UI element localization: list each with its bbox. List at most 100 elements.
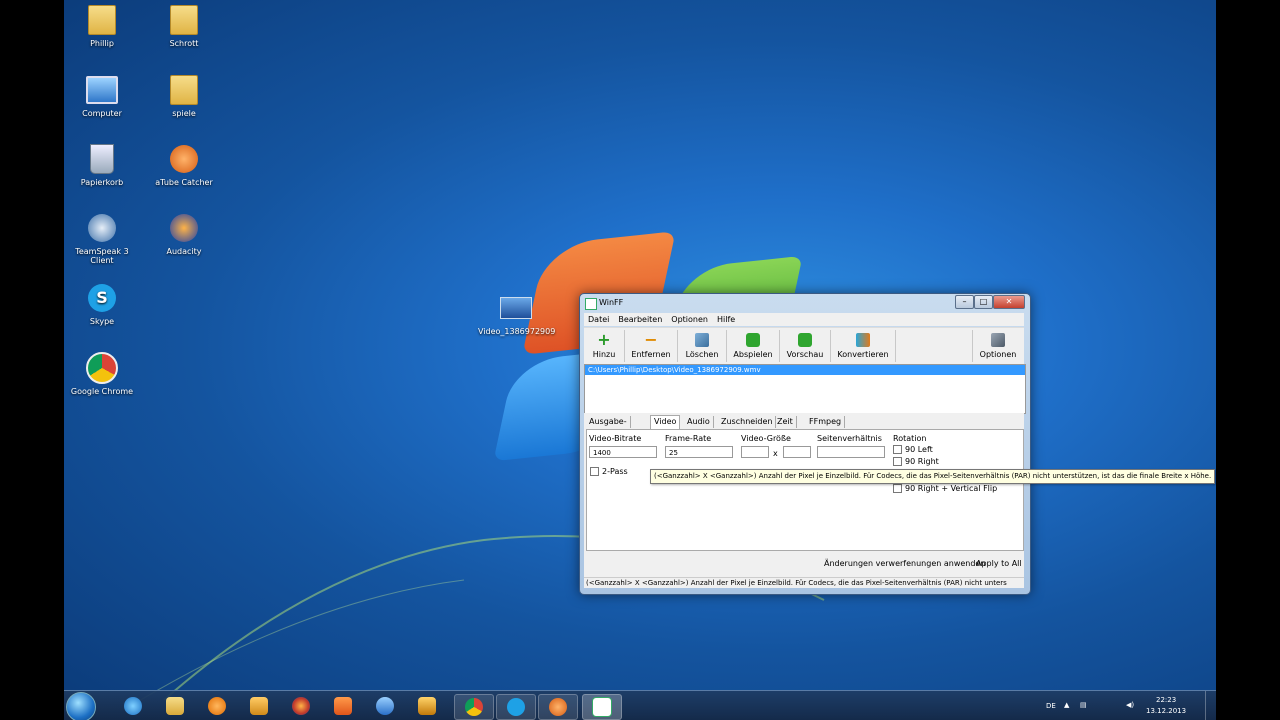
desktop-icon-label: TeamSpeak 3 Client <box>75 247 129 265</box>
desktop: Phillip Schrott Computer spiele Papierko… <box>64 0 1216 720</box>
taskbar-app-7[interactable] <box>366 694 404 718</box>
clock-time[interactable]: 22:23 <box>1156 696 1176 704</box>
maximize-button[interactable]: □ <box>974 295 993 309</box>
audacity-icon <box>170 214 198 242</box>
taskbar-winff[interactable] <box>582 694 622 720</box>
menu-bar: Datei Bearbeiten Optionen Hilfe <box>584 313 1024 326</box>
skype-icon: S <box>88 284 116 312</box>
taskbar-firefox[interactable] <box>282 694 320 718</box>
tab-ausgabe-details[interactable]: Ausgabe-Details <box>586 416 631 438</box>
taskbar-chrome[interactable] <box>454 694 494 720</box>
desktop-icon-computer[interactable]: Computer <box>64 74 140 118</box>
desktop-icon-label: Video_1386972909 <box>478 327 556 336</box>
desktop-icon-spiele[interactable]: spiele <box>146 74 222 118</box>
volume-icon[interactable]: ◀) <box>1126 701 1134 709</box>
network-icon[interactable]: ▤ <box>1080 701 1087 709</box>
taskbar-media-player[interactable] <box>198 694 236 718</box>
desktop-icon-atube-catcher[interactable]: aTube Catcher <box>146 143 222 187</box>
title-bar[interactable]: WinFF – □ ✕ <box>580 294 1030 312</box>
broom-icon <box>695 333 709 347</box>
folder-icon <box>166 697 184 715</box>
minimize-button[interactable]: – <box>955 295 974 309</box>
desktop-icon-label: Skype <box>89 317 115 326</box>
menu-bearbeiten[interactable]: Bearbeiten <box>614 313 667 324</box>
app-icon <box>585 298 597 310</box>
desktop-icon-label: aTube Catcher <box>155 178 213 187</box>
clear-button[interactable]: Löschen <box>678 330 727 362</box>
add-button[interactable]: + Hinzu <box>584 330 625 362</box>
frame-rate-label: Frame-Rate <box>665 434 712 443</box>
desktop-icon-schrott[interactable]: Schrott <box>146 4 222 48</box>
taskbar-app-6[interactable] <box>324 694 362 718</box>
start-button[interactable] <box>66 692 96 720</box>
chrome-icon <box>86 352 118 384</box>
tab-audio[interactable]: Audio <box>684 416 714 428</box>
remove-button[interactable]: − Entfernen <box>625 330 678 362</box>
teamspeak-icon <box>88 214 116 242</box>
frame-rate-input[interactable]: 25 <box>665 446 733 458</box>
rotate-right-checkbox[interactable] <box>893 457 902 466</box>
media-player-icon <box>208 697 226 715</box>
status-bar: (<Ganzzahl> X <Ganzzahl>) Anzahl der Pix… <box>584 577 1024 588</box>
tab-zuschneiden[interactable]: Zuschneiden <box>718 416 777 428</box>
video-height-input[interactable] <box>783 446 811 458</box>
folder-icon <box>170 5 198 35</box>
desktop-icon-phillip[interactable]: Phillip <box>64 4 140 48</box>
desktop-icon-label: Audacity <box>166 247 202 256</box>
taskbar-explorer[interactable] <box>156 694 194 718</box>
settings-panel: Ausgabe-Details Video Audio Zuschneiden … <box>584 413 1024 577</box>
video-size-tooltip: (<Ganzzahl> X <Ganzzahl>) Anzahl der Pix… <box>650 469 1216 484</box>
desktop-icon-papierkorb[interactable]: Papierkorb <box>64 143 140 187</box>
menu-hilfe[interactable]: Hilfe <box>713 313 740 324</box>
menu-datei[interactable]: Datei <box>584 313 614 324</box>
size-separator: x <box>773 449 778 458</box>
desktop-icon-label: Papierkorb <box>80 178 124 187</box>
video-tab-content: Video-Bitrate 1400 Frame-Rate 25 Video-G… <box>586 429 1024 551</box>
video-file-icon <box>500 297 532 319</box>
desktop-icon-label: Computer <box>82 109 122 118</box>
aspect-ratio-input[interactable] <box>817 446 885 458</box>
tab-zeit[interactable]: Zeit <box>774 416 797 428</box>
file-list-item[interactable]: C:\Users\Phillip\Desktop\Video_138697290… <box>585 365 1025 375</box>
taskbar-skype[interactable] <box>496 694 536 720</box>
desktop-icon-teamspeak[interactable]: TeamSpeak 3 Client <box>64 212 140 265</box>
taskbar-app-4[interactable] <box>240 694 278 718</box>
options-button[interactable]: Optionen <box>972 330 1023 362</box>
desktop-icon-video-file[interactable]: Video_1386972909 <box>478 292 556 336</box>
rotate-right-flip-label: 90 Right + Vertical Flip <box>905 484 998 493</box>
desktop-icon-skype[interactable]: S Skype <box>64 282 140 326</box>
show-desktop-button[interactable] <box>1205 691 1216 720</box>
preview-button[interactable]: Vorschau <box>780 330 831 362</box>
rotate-left-checkbox[interactable] <box>893 445 902 454</box>
taskbar-ie[interactable] <box>114 694 152 718</box>
play-icon <box>746 333 760 347</box>
two-pass-checkbox[interactable] <box>590 467 599 476</box>
apply-to-all-button[interactable]: Apply to All <box>976 559 1022 568</box>
convert-button[interactable]: Konvertieren <box>831 330 896 362</box>
desktop-icon-chrome[interactable]: Google Chrome <box>64 352 140 396</box>
discard-changes-button[interactable]: Änderungen verwerfenungen anwenden <box>824 559 985 568</box>
file-list[interactable]: C:\Users\Phillip\Desktop\Video_138697290… <box>584 364 1026 414</box>
folder-icon <box>170 75 198 105</box>
menu-optionen[interactable]: Optionen <box>667 313 713 324</box>
language-indicator[interactable]: DE <box>1046 702 1056 710</box>
taskbar-app-8[interactable] <box>408 694 446 718</box>
desktop-icon-audacity[interactable]: Audacity <box>146 212 222 256</box>
desktop-icon-label: spiele <box>172 109 196 118</box>
rotation-label: Rotation <box>893 434 927 443</box>
plus-icon: + <box>597 330 611 349</box>
play-button[interactable]: Abspielen <box>727 330 780 362</box>
clock-date[interactable]: 13.12.2013 <box>1146 707 1186 715</box>
video-bitrate-input[interactable]: 1400 <box>589 446 657 458</box>
tab-ffmpeg[interactable]: FFmpeg <box>806 416 846 428</box>
tab-video[interactable]: Video <box>650 415 681 429</box>
rotate-right-flip-checkbox[interactable] <box>893 484 902 493</box>
close-button[interactable]: ✕ <box>993 295 1025 309</box>
taskbar-atube[interactable] <box>538 694 578 720</box>
video-bitrate-label: Video-Bitrate <box>589 434 642 443</box>
toolbar: + Hinzu − Entfernen Löschen Abspielen Vo… <box>584 327 1024 364</box>
window-title: WinFF <box>599 298 624 307</box>
tray-chevron-icon[interactable]: ▲ <box>1064 701 1069 709</box>
video-width-input[interactable] <box>741 446 769 458</box>
desktop-icon-label: Phillip <box>90 39 114 48</box>
